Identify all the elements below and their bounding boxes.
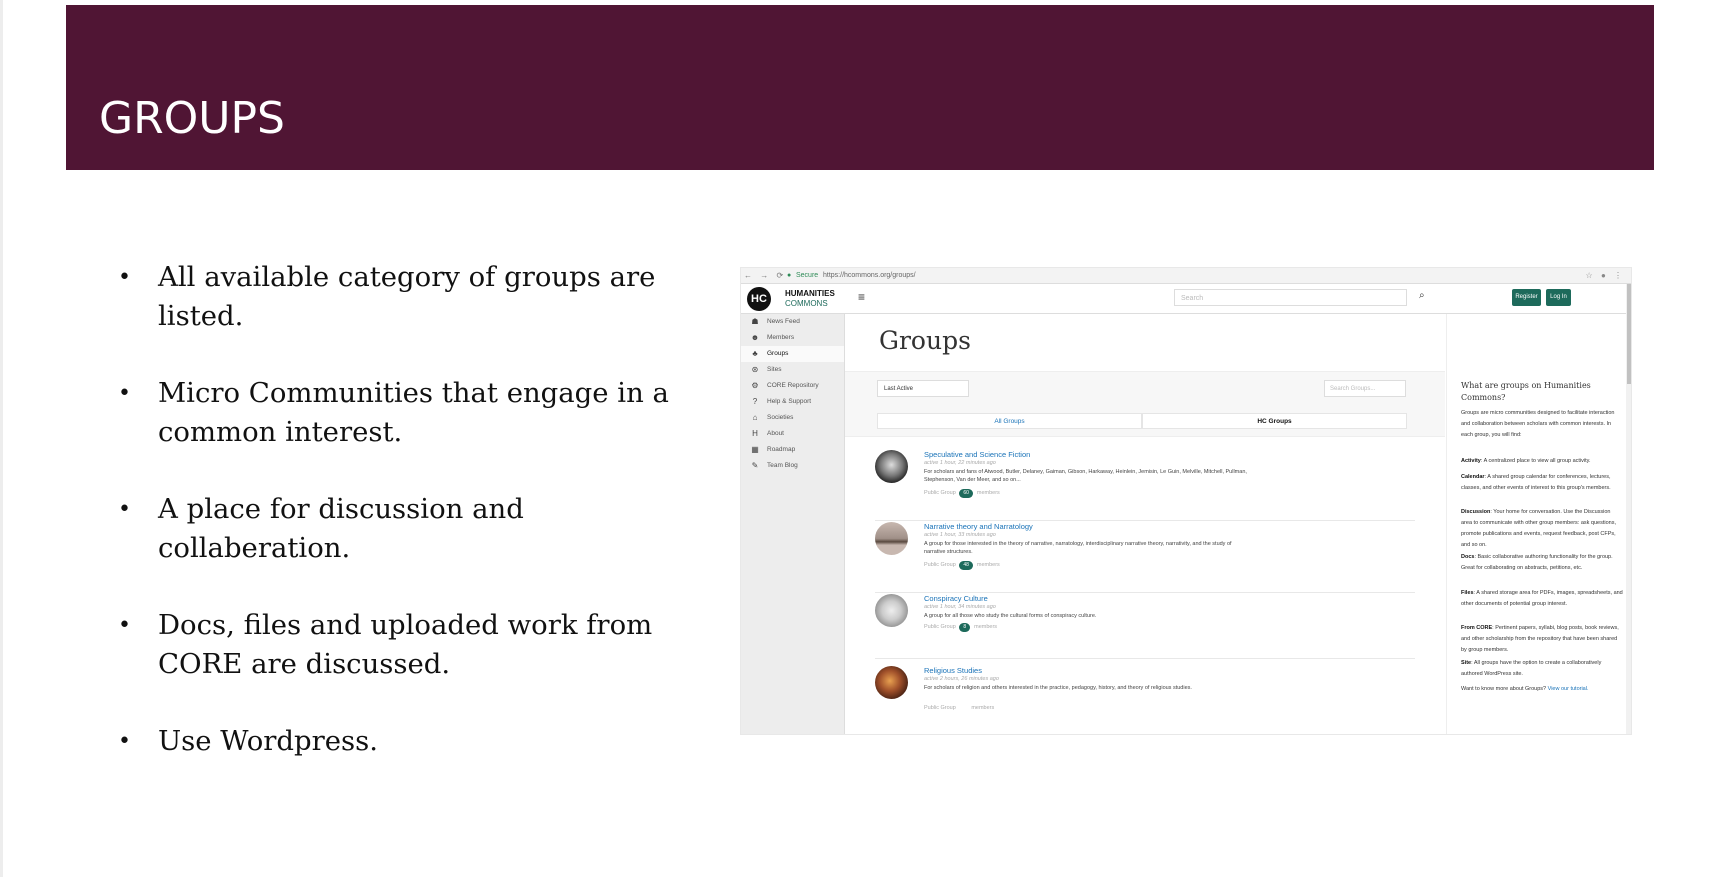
tab-all-groups[interactable]: All Groups — [877, 413, 1142, 429]
hc-logo-icon[interactable]: HC — [747, 287, 771, 311]
bullet-dot: • — [118, 613, 131, 638]
info-item: Site: All groups have the option to crea… — [1461, 660, 1602, 677]
group-avatar[interactable] — [875, 522, 908, 555]
login-button[interactable]: Log In — [1546, 289, 1571, 306]
search-input[interactable]: Search — [1174, 289, 1407, 306]
question-icon: ? — [752, 397, 758, 406]
group-list-item: Conspiracy Culture active 1 hour, 34 min… — [875, 594, 1415, 659]
group-name-link[interactable]: Conspiracy Culture — [924, 594, 988, 603]
sort-select[interactable]: Last Active — [877, 380, 969, 397]
bullet-item: • Micro Communities that engage in a comm… — [110, 374, 670, 452]
group-activity: active 1 hour, 22 minutes ago — [924, 460, 996, 466]
bullet-dot: • — [118, 265, 131, 290]
member-count-badge: 8 — [959, 623, 971, 632]
bullet-item: • All available category of groups are li… — [110, 258, 670, 336]
sidebar-item-roadmap[interactable]: ▦ Roadmap — [741, 442, 844, 458]
sidebar-item-groups[interactable]: ♣ Groups — [741, 346, 844, 362]
info-item: Activity: A centralized place to view al… — [1461, 458, 1591, 464]
group-description: For scholars and fans of Atwood, Butler,… — [924, 469, 1247, 483]
slide-edge — [0, 0, 3, 877]
sidebar-item-team-blog[interactable]: ✎ Team Blog — [741, 458, 844, 474]
group-meta: Public Group 8 members — [924, 623, 998, 632]
member-count-badge: 48 — [959, 561, 973, 570]
url-bar[interactable]: https://hcommons.org/groups/ — [823, 272, 916, 279]
info-more: Want to know more about Groups? View our… — [1461, 686, 1589, 692]
secure-label: Secure — [796, 272, 819, 279]
group-list-item: Religious Studies active 2 hours, 26 min… — [875, 666, 1415, 734]
page-title: Groups — [879, 326, 971, 355]
group-list-item: Speculative and Science Fiction active 1… — [875, 450, 1415, 521]
sidebar-item-societies[interactable]: ⌂ Societies — [741, 410, 844, 426]
search-groups-input[interactable]: Search Groups... — [1324, 380, 1406, 397]
register-button[interactable]: Register — [1512, 289, 1541, 306]
comments-icon: ☗ — [751, 317, 759, 326]
search-icon[interactable]: ⌕ — [1419, 290, 1425, 301]
bullet-item: • Use Wordpress. — [110, 722, 670, 761]
group-avatar[interactable] — [875, 666, 908, 699]
info-item: Discussion: Your home for conversation. … — [1461, 509, 1616, 548]
sidebar-item-core-repository[interactable]: ⚙ CORE Repository — [741, 378, 844, 394]
bullet-list: • All available category of groups are li… — [110, 258, 670, 799]
sidebar-item-news-feed[interactable]: ☗ News Feed — [741, 314, 844, 330]
info-item: From CORE: Pertinent papers, syllabi, bl… — [1461, 625, 1619, 653]
main-content: Groups Last Active Search Groups... All … — [845, 314, 1445, 734]
website-screenshot: ← → ⟳ ● Secure https://hcommons.org/grou… — [740, 267, 1632, 735]
tab-hc-groups[interactable]: HC Groups — [1142, 413, 1407, 429]
sidebar-item-about[interactable]: H About — [741, 426, 844, 442]
slide-title: GROUPS — [99, 93, 285, 144]
info-intro: Groups are micro communities designed to… — [1461, 410, 1615, 438]
scrollbar-thumb[interactable] — [1627, 284, 1631, 384]
group-list-item: Narrative theory and Narratology active … — [875, 522, 1415, 593]
info-item: Docs: Basic collaborative authoring func… — [1461, 554, 1613, 571]
bullet-dot: • — [118, 729, 131, 754]
gears-icon: ⚙ — [751, 381, 759, 390]
groups-icon: ♣ — [752, 349, 758, 358]
group-description: A group for all those who study the cult… — [924, 613, 1097, 619]
group-meta: Public Group 60 members — [924, 489, 1000, 498]
group-avatar[interactable] — [875, 594, 908, 627]
browser-nav-icons[interactable]: ← → ⟳ — [744, 271, 786, 280]
bullet-item: • Docs, files and uploaded work from CORE… — [110, 606, 670, 684]
filter-row: Last Active Search Groups... — [845, 371, 1445, 407]
group-name-link[interactable]: Speculative and Science Fiction — [924, 450, 1030, 459]
title-band: GROUPS — [66, 5, 1654, 170]
bullet-item: • A place for discussion and collaberatio… — [110, 490, 670, 568]
group-description: A group for those interested in the theo… — [924, 541, 1232, 555]
group-name-link[interactable]: Narrative theory and Narratology — [924, 522, 1033, 531]
users-icon: ☻ — [750, 333, 760, 342]
group-activity: active 2 hours, 26 minutes ago — [924, 676, 999, 682]
bullet-dot: • — [118, 381, 131, 406]
map-icon: ▦ — [751, 445, 759, 454]
sidebar: ☗ News Feed ☻ Members ♣ Groups ⊛ Sites ⚙ CORE… — [741, 314, 845, 734]
sidebar-item-help[interactable]: ? Help & Support — [741, 394, 844, 410]
browser-tool-icons[interactable]: ☆ ● ⋮ — [1586, 271, 1625, 280]
lock-icon: ● — [787, 272, 792, 279]
edit-icon: ✎ — [751, 461, 759, 470]
group-avatar[interactable] — [875, 450, 908, 483]
group-activity: active 1 hour, 33 minutes ago — [924, 532, 996, 538]
group-meta: Public Group 48 members — [924, 561, 1000, 570]
groups-info-panel: What are groups on Humanities Commons? G… — [1446, 314, 1627, 734]
info-item: Files: A shared storage area for PDFs, i… — [1461, 590, 1623, 607]
member-count-badge: 60 — [959, 489, 973, 498]
group-tabs: All Groups HC Groups — [845, 406, 1445, 437]
site-header: HC HUMANITIES COMMONS ≡ Search ⌕ Registe… — [741, 284, 1631, 314]
group-description: For scholars of religion and others inte… — [924, 685, 1192, 691]
group-meta: Public Group members — [924, 705, 995, 711]
group-activity: active 1 hour, 34 minutes ago — [924, 604, 996, 610]
info-heading: What are groups on Humanities Commons? — [1461, 381, 1591, 402]
wordpress-icon: ⊛ — [751, 365, 759, 374]
site-logo-text[interactable]: HUMANITIES COMMONS — [785, 289, 835, 309]
scrollbar[interactable] — [1626, 284, 1631, 734]
bullet-dot: • — [118, 497, 131, 522]
sidebar-item-members[interactable]: ☻ Members — [741, 330, 844, 346]
hamburger-icon[interactable]: ≡ — [858, 290, 865, 304]
h-icon: H — [752, 429, 758, 438]
info-item: Calendar: A shared group calendar for co… — [1461, 474, 1611, 491]
browser-chrome: ← → ⟳ ● Secure https://hcommons.org/grou… — [741, 268, 1631, 284]
sidebar-item-sites[interactable]: ⊛ Sites — [741, 362, 844, 378]
group-name-link[interactable]: Religious Studies — [924, 666, 982, 675]
tutorial-link[interactable]: View our tutorial. — [1548, 686, 1589, 692]
institution-icon: ⌂ — [752, 413, 758, 422]
